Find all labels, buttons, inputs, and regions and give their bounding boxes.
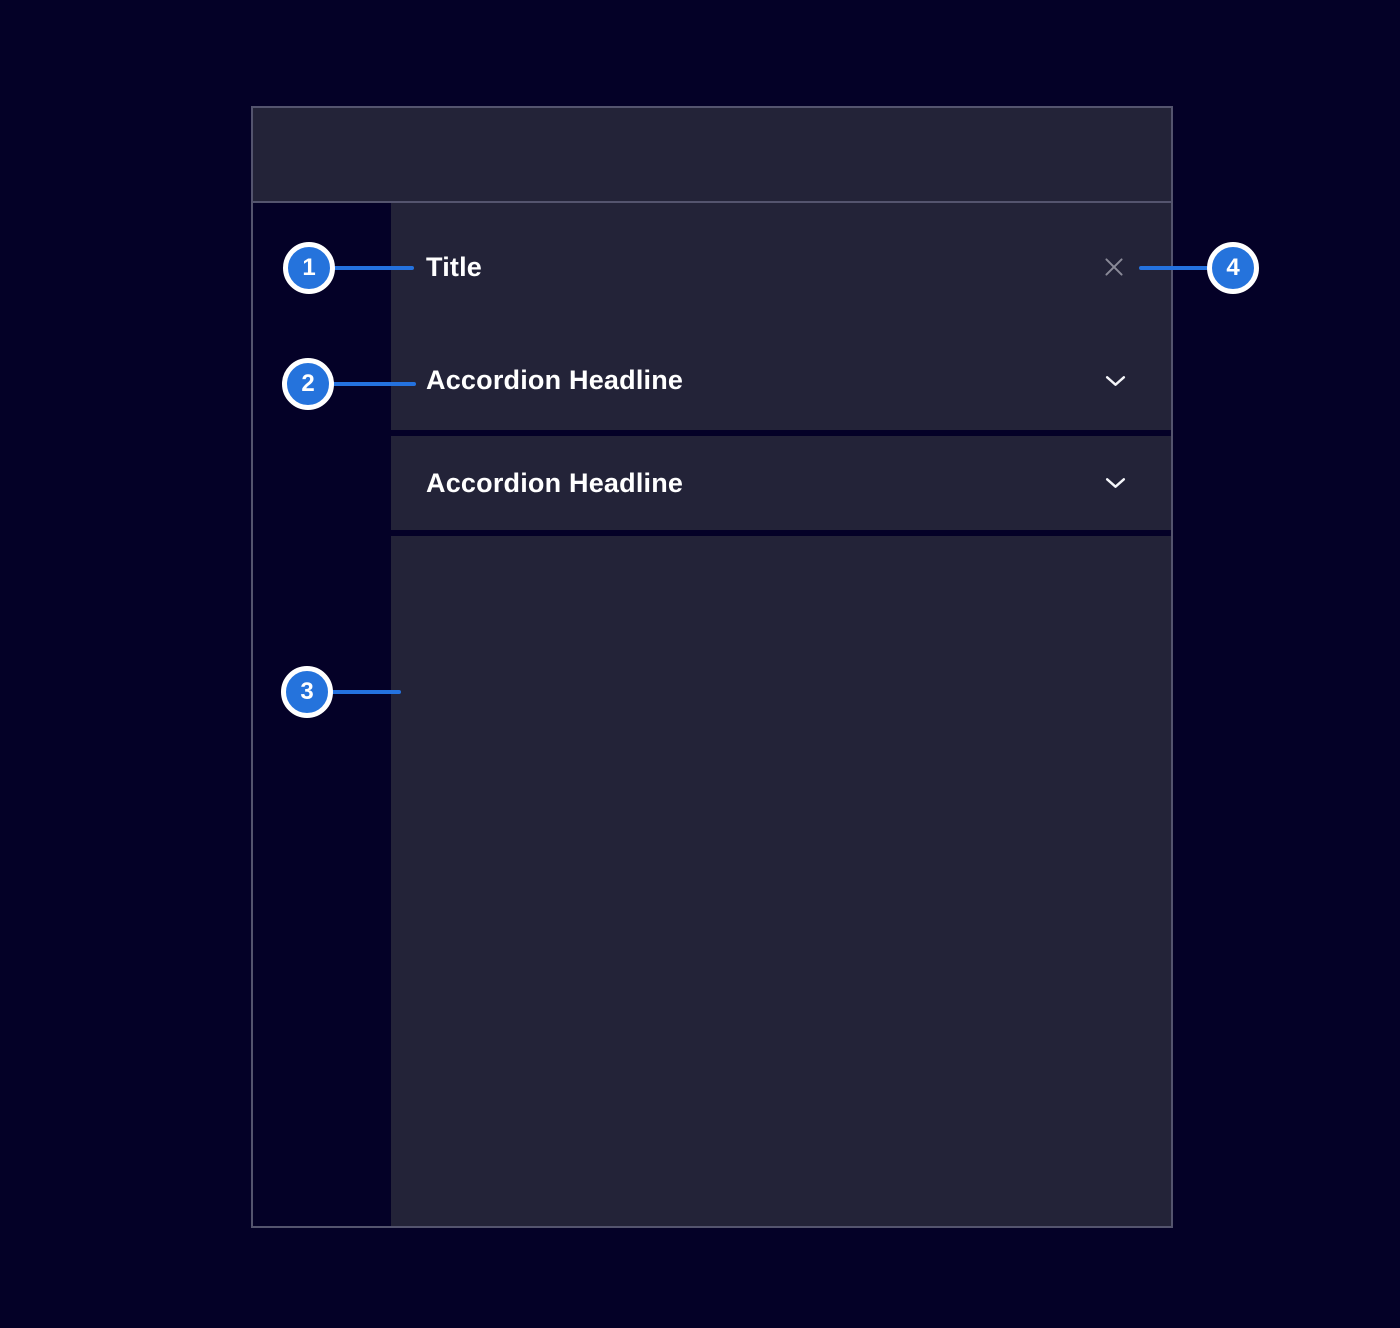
accordion-header-1[interactable]: Accordion Headline xyxy=(391,331,1171,430)
drawer-body xyxy=(391,536,1171,1226)
annotation-number: 1 xyxy=(302,256,315,280)
annotation-line-3 xyxy=(330,690,401,694)
accordion-headline: Accordion Headline xyxy=(426,468,683,499)
annotation-number: 2 xyxy=(301,372,314,396)
component-frame: Title Accordion Headline Accordio xyxy=(251,106,1173,1228)
annotation-marker-3: 3 xyxy=(281,666,333,718)
annotation-number: 4 xyxy=(1226,256,1239,280)
annotation-number: 3 xyxy=(300,680,313,704)
accordion-headline: Accordion Headline xyxy=(426,365,683,396)
drawer-header-section: Title Accordion Headline xyxy=(391,203,1171,430)
close-icon xyxy=(1101,254,1127,280)
chevron-down-icon xyxy=(1104,374,1127,387)
accordion-section-2: Accordion Headline xyxy=(391,436,1171,530)
annotation-marker-4: 4 xyxy=(1207,242,1259,294)
annotation-line-1 xyxy=(332,266,414,270)
annotation-line-4 xyxy=(1139,266,1209,270)
drawer-title: Title xyxy=(426,252,482,283)
chevron-down-icon xyxy=(1104,477,1127,490)
annotation-marker-2: 2 xyxy=(282,358,334,410)
annotation-marker-1: 1 xyxy=(283,242,335,294)
annotation-line-2 xyxy=(331,382,416,386)
accordion-header-2[interactable]: Accordion Headline xyxy=(391,436,1171,530)
page-top-bar xyxy=(253,108,1171,203)
annotated-ui-screenshot: Title Accordion Headline Accordio xyxy=(0,0,1400,1328)
drawer-title-row: Title xyxy=(391,203,1171,331)
close-button[interactable] xyxy=(1099,252,1129,282)
